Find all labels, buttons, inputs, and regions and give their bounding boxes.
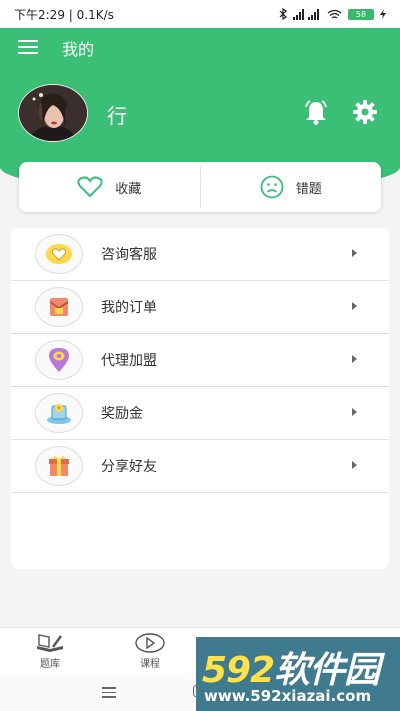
chevron-right-icon — [352, 355, 357, 363]
username: 行 — [107, 104, 127, 128]
signal-icon — [293, 8, 319, 20]
chevron-right-icon — [352, 302, 357, 310]
watermark-digits: 592 — [202, 650, 275, 691]
list-item-label: 咨询客服 — [101, 247, 157, 263]
charging-icon — [380, 9, 386, 19]
battery-icon: 58 — [348, 8, 374, 20]
heart-icon — [77, 176, 103, 198]
chevron-right-icon — [352, 249, 357, 257]
wrong-questions-label: 错题 — [295, 181, 322, 197]
menu-list: 咨询客服 我的订单 代理加盟 ¥ 奖励金 分享好友 — [11, 228, 389, 569]
list-item-my-orders[interactable]: 我的订单 — [11, 281, 389, 334]
tab-courses[interactable]: 课程 — [100, 628, 200, 674]
favorites-label: 收藏 — [115, 181, 142, 197]
book-pen-icon — [37, 633, 63, 652]
watermark-title: 592软件园 — [202, 641, 380, 693]
quick-actions-card: 收藏 错题 — [19, 162, 381, 212]
list-item-rewards[interactable]: ¥ 奖励金 — [11, 387, 389, 440]
status-time-speed: 下午2:29 | 0.1K/s — [14, 7, 114, 22]
tab-question-bank[interactable]: 题库 — [0, 628, 100, 674]
chevron-right-icon — [352, 408, 357, 416]
svg-text:¥: ¥ — [57, 406, 60, 412]
menu-icon[interactable] — [18, 40, 38, 54]
list-item-agency[interactable]: 代理加盟 — [11, 334, 389, 387]
play-circle-icon — [135, 632, 165, 653]
location-pin-icon — [35, 340, 83, 380]
settings-gear-icon[interactable] — [352, 99, 378, 125]
heart-badge-icon — [35, 234, 83, 274]
favorites-button[interactable]: 收藏 — [19, 162, 200, 212]
coin-box-icon: ¥ — [35, 393, 83, 433]
avatar-image — [19, 85, 87, 141]
bluetooth-icon — [279, 8, 287, 20]
tab-label: 课程 — [140, 658, 160, 670]
watermark-logo: 592软件园 www.592xiazai.com — [196, 637, 400, 711]
top-bar: 我的 — [0, 28, 400, 66]
sad-face-icon — [260, 175, 284, 199]
chevron-right-icon — [352, 461, 357, 469]
gift-box-icon — [35, 446, 83, 486]
avatar[interactable] — [18, 84, 88, 142]
watermark-text: 软件园 — [274, 650, 380, 691]
list-item-customer-service[interactable]: 咨询客服 — [11, 228, 389, 281]
watermark-url: www.592xiazai.com — [204, 687, 372, 705]
tab-label: 题库 — [40, 658, 60, 670]
list-item-label: 奖励金 — [101, 406, 143, 422]
list-item-label: 我的订单 — [101, 300, 157, 316]
wifi-icon — [327, 9, 342, 19]
status-icons: 58 — [279, 8, 386, 20]
bell-icon[interactable] — [302, 98, 330, 126]
page-title: 我的 — [62, 40, 95, 59]
list-item-label: 代理加盟 — [101, 353, 157, 369]
list-item-label: 分享好友 — [101, 459, 157, 475]
envelope-icon — [35, 287, 83, 327]
list-item-share[interactable]: 分享好友 — [11, 440, 389, 493]
wrong-questions-button[interactable]: 错题 — [201, 162, 382, 212]
nav-menu-icon[interactable] — [102, 687, 116, 698]
status-bar: 下午2:29 | 0.1K/s 58 — [0, 0, 400, 28]
